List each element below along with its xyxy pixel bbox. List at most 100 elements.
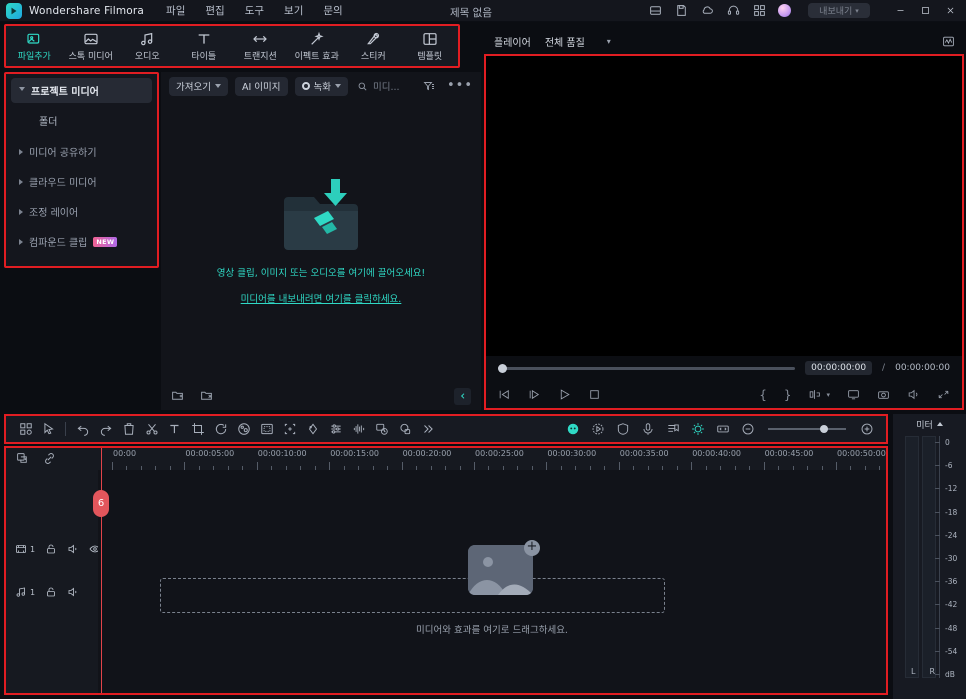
quality-dropdown[interactable]: 전체 품질 ▾ bbox=[545, 34, 611, 49]
search-input[interactable]: 미디... bbox=[357, 77, 400, 96]
video-track-header[interactable]: 1 bbox=[6, 540, 101, 559]
timeline-dropzone[interactable] bbox=[160, 578, 665, 613]
ai-smart-icon[interactable] bbox=[561, 418, 584, 440]
close-button[interactable] bbox=[945, 5, 956, 16]
menu-view[interactable]: 보기 bbox=[284, 3, 303, 18]
filter-sort-icon[interactable] bbox=[423, 77, 435, 96]
selection-tool-icon[interactable] bbox=[37, 418, 60, 440]
sidebar-item-project-media[interactable]: 프로젝트 미디어 bbox=[11, 78, 152, 103]
scrubber-handle[interactable] bbox=[498, 363, 507, 373]
play-icon[interactable] bbox=[558, 386, 571, 405]
audio-track-header[interactable]: 1 bbox=[6, 583, 79, 602]
undo-icon[interactable] bbox=[71, 418, 94, 440]
zoom-out-icon[interactable] bbox=[736, 418, 759, 440]
apps-grid-icon[interactable] bbox=[752, 3, 767, 18]
dropzone-link[interactable]: 미디어를 내보내려면 여기를 클릭하세요. bbox=[241, 291, 402, 305]
shield-icon[interactable] bbox=[611, 418, 634, 440]
next-frame-icon[interactable] bbox=[528, 386, 541, 405]
toolbar-item-template[interactable]: 템플릿 bbox=[402, 30, 459, 62]
mute-icon[interactable] bbox=[67, 540, 79, 559]
zoom-in-icon[interactable] bbox=[855, 418, 878, 440]
toolbar-item-stock-media[interactable]: 스톡 미디어 bbox=[63, 30, 120, 62]
menu-file[interactable]: 파일 bbox=[166, 3, 185, 18]
cloud-upload-icon[interactable] bbox=[700, 3, 715, 18]
minimize-button[interactable] bbox=[895, 5, 906, 16]
ai-image-button[interactable]: AI 이미지 bbox=[234, 76, 288, 96]
adjust-sliders-icon[interactable] bbox=[324, 418, 347, 440]
timeline-tracks-area[interactable]: + 미디어와 효과를 여기로 드래그하세요. bbox=[98, 470, 886, 693]
lock-icon[interactable] bbox=[45, 540, 57, 559]
stop-icon[interactable] bbox=[588, 386, 601, 405]
mark-out-icon[interactable]: } bbox=[784, 388, 792, 402]
toolbar-item-title[interactable]: 타이틀 bbox=[176, 30, 233, 62]
playhead-marker-badge[interactable]: 6 bbox=[93, 490, 109, 517]
zoom-slider[interactable] bbox=[768, 425, 846, 433]
fit-frame-icon[interactable] bbox=[278, 418, 301, 440]
menu-tools[interactable]: 도구 bbox=[245, 3, 264, 18]
sidebar-item-folder[interactable]: 폴더 bbox=[11, 108, 152, 133]
toolbar-item-audio[interactable]: 오디오 bbox=[119, 30, 176, 62]
more-options-icon[interactable]: ••• bbox=[447, 79, 473, 92]
mask-icon[interactable] bbox=[255, 418, 278, 440]
media-dropzone[interactable]: 영상 클립, 이미지 또는 오디오를 여기에 끌어오세요! 미디어를 내보내려면… bbox=[161, 100, 481, 382]
sidebar-item-compound-clip[interactable]: 컴파운드 클립 NEW bbox=[11, 229, 152, 254]
video-stage[interactable] bbox=[486, 56, 962, 356]
auto-sync-icon[interactable] bbox=[686, 418, 709, 440]
scrubber-slider[interactable] bbox=[498, 363, 796, 373]
timeline-ruler[interactable]: 00:00 00:00:05:00 00:00:10:00 00:00:15:00 00… bbox=[98, 448, 886, 470]
voiceover-mic-icon[interactable] bbox=[636, 418, 659, 440]
split-icon[interactable] bbox=[808, 386, 821, 405]
import-button[interactable]: 가져오기 bbox=[169, 76, 228, 96]
menu-help[interactable]: 문의 bbox=[323, 3, 342, 18]
sidebar-item-adjustment-layer[interactable]: 조정 레이어 bbox=[11, 199, 152, 224]
toolbar-item-transition[interactable]: 트랜지션 bbox=[232, 30, 289, 62]
snapshot-icon[interactable] bbox=[877, 386, 890, 405]
menu-edit[interactable]: 편집 bbox=[205, 3, 224, 18]
toolbar-item-effects[interactable]: 이펙트 효과 bbox=[289, 30, 346, 62]
new-folder-icon[interactable] bbox=[171, 387, 184, 406]
marker-list-icon[interactable] bbox=[661, 418, 684, 440]
chevron-down-icon[interactable]: ▾ bbox=[826, 391, 830, 399]
maximize-button[interactable] bbox=[920, 5, 931, 16]
fullscreen-icon[interactable] bbox=[847, 386, 860, 405]
delete-folder-icon[interactable] bbox=[200, 387, 213, 406]
sidebar-item-share-media[interactable]: 미디어 공유하기 bbox=[11, 139, 152, 164]
text-icon[interactable] bbox=[163, 418, 186, 440]
rotate-icon[interactable] bbox=[209, 418, 232, 440]
waveform-scope-icon[interactable] bbox=[940, 33, 956, 49]
color-palette-icon[interactable] bbox=[232, 418, 255, 440]
speed-ramp-icon[interactable] bbox=[586, 418, 609, 440]
more-chevron-icon[interactable] bbox=[416, 418, 439, 440]
collapse-panel-icon[interactable] bbox=[454, 387, 471, 405]
crop-icon[interactable] bbox=[186, 418, 209, 440]
meter-title-row[interactable]: 미터 bbox=[893, 414, 966, 434]
support-headset-icon[interactable] bbox=[726, 3, 741, 18]
save-as-icon[interactable] bbox=[674, 3, 689, 18]
redo-icon[interactable] bbox=[94, 418, 117, 440]
expand-icon[interactable] bbox=[937, 386, 950, 405]
playhead[interactable]: 6 bbox=[93, 448, 109, 693]
avatar[interactable] bbox=[778, 4, 791, 17]
save-project-icon[interactable] bbox=[648, 3, 663, 18]
mark-in-icon[interactable]: { bbox=[759, 388, 767, 402]
mute-icon[interactable] bbox=[67, 583, 79, 602]
fit-timeline-icon[interactable] bbox=[711, 418, 734, 440]
export-button[interactable]: 내보내기 ▾ bbox=[808, 3, 870, 18]
split-scissors-icon[interactable] bbox=[140, 418, 163, 440]
audio-wave-icon[interactable] bbox=[347, 418, 370, 440]
sidebar-item-cloud-media[interactable]: 클라우드 미디어 bbox=[11, 169, 152, 194]
toolbar-item-sticker[interactable]: 스티커 bbox=[345, 30, 402, 62]
add-track-icon[interactable] bbox=[16, 450, 29, 469]
prev-frame-icon[interactable] bbox=[498, 386, 511, 405]
current-timecode[interactable]: 00:00:00:00 bbox=[805, 361, 873, 375]
record-button[interactable]: 녹화 bbox=[294, 76, 348, 96]
add-media-plus-icon[interactable]: + bbox=[524, 540, 540, 556]
lock-icon[interactable] bbox=[45, 583, 57, 602]
delete-icon[interactable] bbox=[117, 418, 140, 440]
auto-reframe-icon[interactable] bbox=[370, 418, 393, 440]
zoom-slider-handle[interactable] bbox=[820, 425, 828, 433]
motion-tracking-icon[interactable] bbox=[393, 418, 416, 440]
toolbar-item-add-file[interactable]: 파일추가 bbox=[6, 30, 63, 62]
volume-icon[interactable] bbox=[907, 386, 920, 405]
link-clips-icon[interactable] bbox=[43, 450, 56, 469]
